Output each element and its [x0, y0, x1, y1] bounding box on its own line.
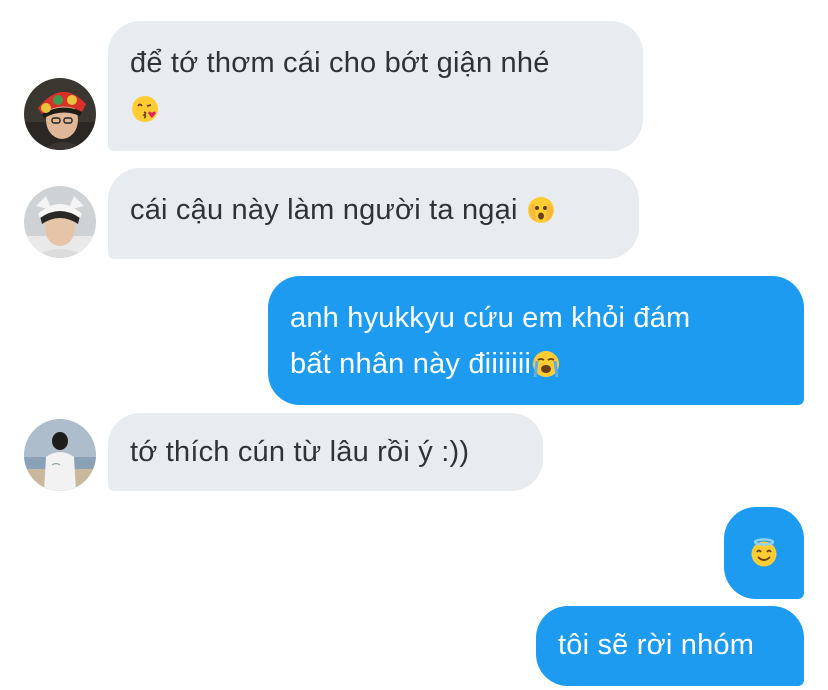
- message-bubble-incoming[interactable]: tớ thích cún từ lâu rồi ý :)): [108, 413, 543, 491]
- avatar-beach-back-image: [24, 419, 96, 491]
- avatar-red-beanie-image: [24, 78, 96, 150]
- message-text: tớ thích cún từ lâu rồi ý :)): [130, 436, 470, 468]
- message-bubble-incoming[interactable]: cái cậu này làm người ta ngại: [108, 168, 639, 259]
- message-bubble-incoming[interactable]: để tớ thơm cái cho bớt giận nhé: [108, 21, 643, 151]
- kissing-heart-emoji-icon: [130, 94, 160, 124]
- message-text: cái cậu này làm người ta ngại: [130, 194, 518, 226]
- avatar[interactable]: [24, 78, 96, 150]
- loudly-crying-emoji-icon: [531, 349, 561, 379]
- message-bubble-outgoing[interactable]: anh hyukkyu cứu em khỏi đám bất nhân này…: [268, 276, 804, 405]
- avatar[interactable]: [24, 186, 96, 258]
- smiling-halo-emoji-icon: [749, 538, 779, 568]
- message-bubble-outgoing[interactable]: tôi sẽ rời nhóm: [536, 606, 804, 686]
- avatar[interactable]: [24, 419, 96, 491]
- message-text: tôi sẽ rời nhóm: [558, 629, 755, 661]
- message-text: bất nhân này điiiiiii: [290, 348, 532, 380]
- message-text: để tớ thơm cái cho bớt giận nhé: [130, 47, 550, 79]
- peeking-face-emoji-icon: [526, 195, 556, 225]
- avatar-white-hat-image: [24, 186, 96, 258]
- message-bubble-outgoing[interactable]: [724, 507, 804, 599]
- message-text: anh hyukkyu cứu em khỏi đám: [290, 302, 691, 334]
